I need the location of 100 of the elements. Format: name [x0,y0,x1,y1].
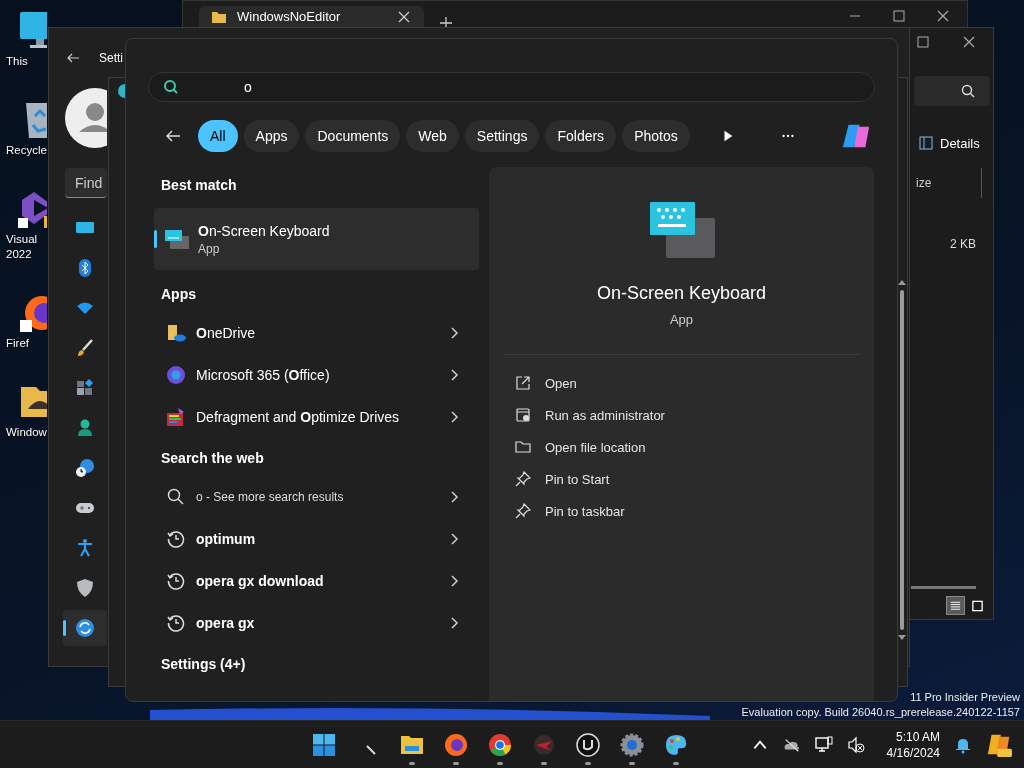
filter-tab[interactable]: All [198,120,238,152]
folder-cloud-icon [166,323,186,343]
action-label: Pin to Start [545,471,610,487]
action-item[interactable]: Run as administrator [489,399,874,431]
history-icon [166,571,186,591]
chevron-icon[interactable] [449,490,459,504]
close-icon[interactable] [935,8,951,24]
history-icon [166,529,186,549]
action-label: Run as administrator [545,407,665,423]
settings-icon[interactable] [620,732,644,757]
desktop-icon-label[interactable]: Visual [6,232,38,247]
chevron-icon[interactable] [449,368,459,382]
section-heading: Search the web [160,449,265,468]
action-label: Pin to taskbar [545,503,625,519]
pin-icon [515,503,531,519]
build-info-text: 11 Pro Insider Preview [910,690,1020,705]
app-type: App [198,241,221,256]
desktop-icon-label[interactable]: Recycle [6,143,47,158]
details-button[interactable]: Details [914,130,984,156]
section-heading: Apps [160,285,197,304]
brush-icon [75,338,95,358]
chevron-icon[interactable] [449,326,459,340]
scrollbar[interactable] [897,278,907,642]
filter-tab[interactable]: Documents [305,120,401,152]
details-view-button[interactable] [946,596,965,615]
action-item[interactable]: Pin to taskbar [489,495,874,527]
person-icon [75,418,95,438]
keyboard-icon [648,201,715,259]
file-size: 2 KB [950,237,976,251]
search-icon [166,487,186,507]
maximize-icon[interactable] [891,8,907,24]
close-icon[interactable] [961,34,977,50]
build-info-text: Evaluation copy. Build 26040.rs_prerelease.240122-1157 [741,705,1020,720]
drive-bars-icon [166,407,186,427]
action-item[interactable]: Pin to Start [489,463,874,495]
desktop-icon-label[interactable]: 2022 [6,247,32,262]
clock-date[interactable]: 4/16/2024 [886,744,940,761]
best-match-item[interactable]: On-Screen Keyboard App [154,208,479,270]
result-label: optimum [196,531,257,547]
unreal-icon[interactable] [576,732,600,757]
chrome-icon[interactable] [488,732,512,757]
filter-tab[interactable]: Photos [622,120,690,152]
scroll-up-icon[interactable] [897,278,907,286]
monitor-icon[interactable] [18,10,47,50]
window-title: Setti [99,51,123,65]
web-result[interactable]: o - See more search results [154,476,479,518]
column-header[interactable]: ize [916,176,932,190]
web-result[interactable]: optimum [154,518,479,560]
scrollbar[interactable] [911,586,976,589]
filter-tab[interactable]: Apps [243,120,300,152]
app-result[interactable]: Defragment and Optimize Drives [154,396,479,438]
app-name: On-Screen Keyboard [596,283,767,304]
clock-time[interactable]: 5:10 AM [895,728,940,745]
action-label: Open [545,375,577,391]
action-item[interactable]: Open [489,367,874,399]
search-icon [163,79,179,95]
network-icon[interactable] [814,735,833,754]
speaker-muted-icon[interactable] [846,735,865,754]
windows-start-icon[interactable] [312,732,336,757]
scroll-down-icon[interactable] [897,634,907,642]
result-label: Microsoft 365 (Office) [196,367,331,383]
search-field[interactable]: Find [65,168,107,198]
window-shield-icon [515,407,531,423]
filter-tab[interactable]: Settings [464,120,540,152]
nav-item[interactable] [63,610,107,646]
app-icon [117,84,125,98]
palette-icon[interactable] [664,732,688,757]
section-heading: Settings (4+) [160,655,247,674]
desktop-icon-label[interactable]: Window [6,425,47,440]
search-icon [960,83,976,99]
chevron-icon[interactable] [449,410,459,424]
pin-icon [515,471,531,487]
game-app-icon[interactable] [532,732,556,757]
chevron-icon[interactable] [449,574,459,588]
details-pane-icon [918,135,934,151]
pen-icon[interactable] [366,744,376,755]
action-item[interactable]: Open file location [489,431,874,463]
desktop-icon-label[interactable]: This [6,54,28,69]
filter-tab[interactable]: Folders [545,120,617,152]
window-tab[interactable]: WindowsNoEditor [199,6,424,27]
chevron-icon[interactable] [449,616,459,630]
web-result[interactable]: opera gx [154,602,479,644]
sync-icon [75,618,95,638]
app-name: On-Screen Keyboard [198,222,330,239]
web-result[interactable]: opera gx download [154,560,479,602]
app-result[interactable]: OneDrive [154,312,479,354]
app-result[interactable]: Microsoft 365 (Office) [154,354,479,396]
result-label: o - See more search results [196,490,345,504]
search-box[interactable] [914,76,990,106]
square-icon [971,599,984,613]
globe-clock-icon [75,458,95,478]
firefox-icon[interactable] [444,732,468,757]
result-label: opera gx download [196,573,325,589]
search-field[interactable]: o [148,72,875,102]
chevron-icon[interactable] [449,532,459,546]
filter-tab[interactable]: Web [406,120,459,152]
open-external-icon [515,375,531,391]
maximize-icon[interactable] [915,34,931,50]
desktop-icon-label[interactable]: Firef [6,336,29,351]
shield-icon [75,578,95,598]
